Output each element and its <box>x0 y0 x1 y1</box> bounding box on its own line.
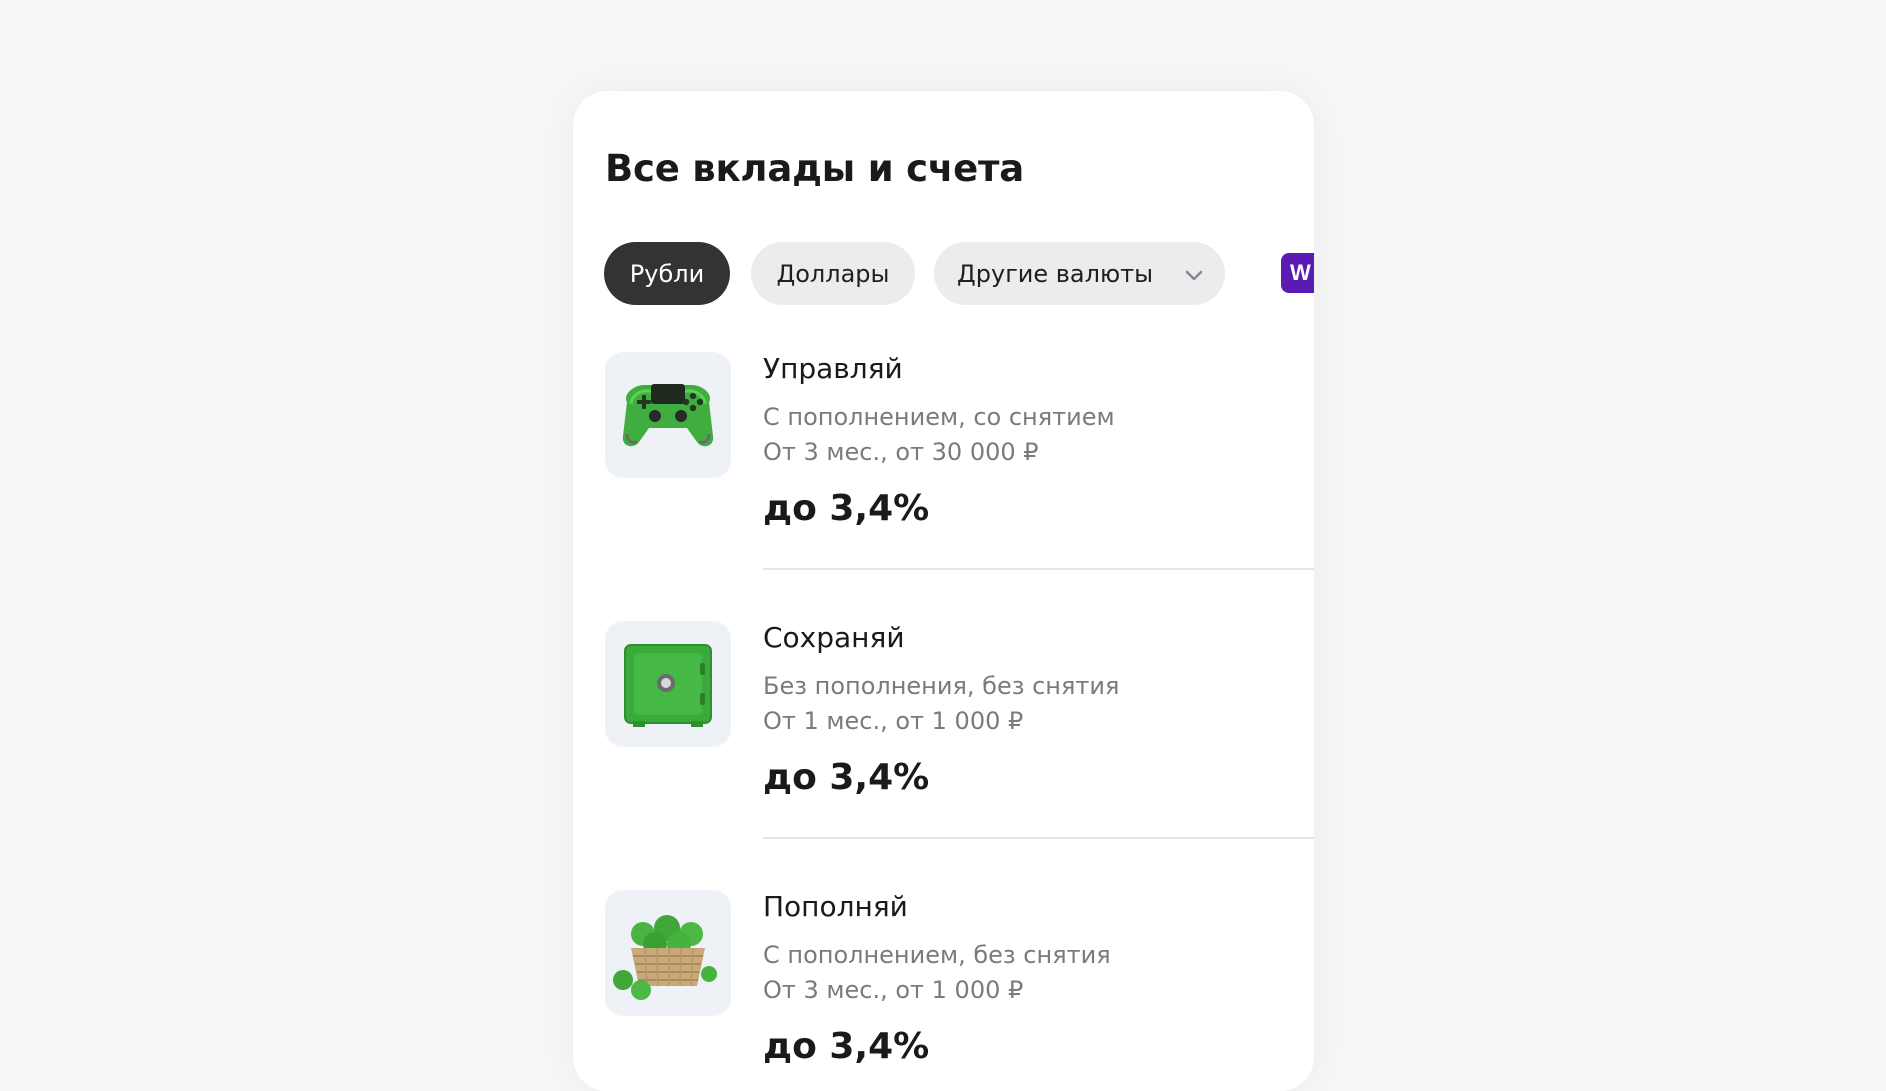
apple-basket-icon <box>613 915 717 1000</box>
product-rate: до 3,4% <box>763 757 930 798</box>
product-name: Управляй <box>763 352 903 385</box>
product-thumbnail <box>605 352 731 478</box>
filter-chip-other-currencies[interactable]: Другие валюты <box>934 242 1225 305</box>
product-terms: Без пополнения, без снятия <box>763 672 1120 700</box>
divider <box>763 568 1314 570</box>
filter-chip-rub[interactable]: Рубли <box>604 242 730 305</box>
safe-icon <box>624 644 712 727</box>
deposits-card: Все вклады и счета Рубли Доллары Другие … <box>573 91 1314 1091</box>
product-thumbnail <box>605 621 731 747</box>
filter-chip-label: Другие валюты <box>957 259 1154 288</box>
product-conditions: От 1 мес., от 1 000 ₽ <box>763 707 1024 735</box>
product-item-popolnyay[interactable]: Пополняй С пополнением, без снятия От 3 … <box>605 890 1314 1091</box>
product-terms: С пополнением, без снятия <box>763 941 1111 969</box>
wb-filter-chip[interactable]: W <box>1281 253 1314 293</box>
product-name: Пополняй <box>763 890 908 923</box>
divider <box>763 837 1314 839</box>
chevron-down-icon <box>1185 270 1203 281</box>
page-title: Все вклады и счета <box>605 147 1024 190</box>
product-name: Сохраняй <box>763 621 905 654</box>
product-conditions: От 3 мес., от 1 000 ₽ <box>763 976 1024 1004</box>
product-rate: до 3,4% <box>763 488 930 529</box>
wb-badge-label: W <box>1290 260 1311 285</box>
filter-chip-label: Рубли <box>629 259 705 288</box>
filter-chip-label: Доллары <box>776 259 890 288</box>
product-conditions: От 3 мес., от 30 000 ₽ <box>763 438 1039 466</box>
product-item-upravlyay[interactable]: Управляй С пополнением, со снятием От 3 … <box>605 352 1314 572</box>
product-item-sokhranyay[interactable]: Сохраняй Без пополнения, без снятия От 1… <box>605 621 1314 841</box>
product-terms: С пополнением, со снятием <box>763 403 1115 431</box>
gamepad-icon <box>622 384 714 447</box>
filter-chip-usd[interactable]: Доллары <box>751 242 915 305</box>
product-thumbnail <box>605 890 731 1016</box>
product-rate: до 3,4% <box>763 1026 930 1067</box>
